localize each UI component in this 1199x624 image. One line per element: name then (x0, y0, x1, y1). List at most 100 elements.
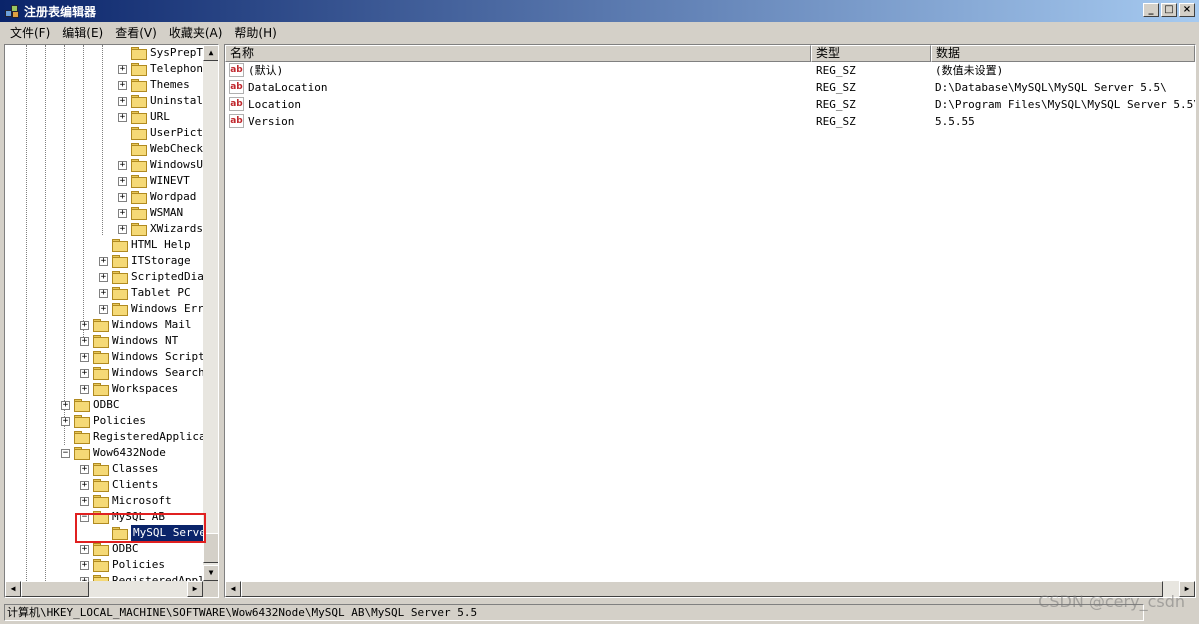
tree-node[interactable]: + Wordpad (118, 189, 196, 205)
expand-icon[interactable]: + (80, 384, 89, 394)
tree-node[interactable]: + Workspaces (80, 381, 178, 397)
values-list-pane[interactable]: 名称 类型 数据 ab (默认) REG_SZ (数值未设置) ab DataLocati… (224, 44, 1196, 598)
tree-node-label[interactable]: Uninstal (150, 93, 203, 109)
scroll-down-button[interactable]: ▼ (203, 565, 218, 581)
tree-node[interactable]: + Windows Search (80, 365, 203, 381)
column-header-name[interactable]: 名称 (225, 45, 811, 62)
expand-icon[interactable]: + (99, 304, 108, 314)
tree-node-label[interactable]: UserPict (150, 125, 203, 141)
expand-icon[interactable]: + (80, 480, 89, 490)
tree-node[interactable]: + ITStorage (99, 253, 191, 269)
tree-node-label[interactable]: SysPrepT (150, 45, 203, 61)
tree-node[interactable]: − Wow6432Node (61, 445, 166, 461)
expand-icon[interactable]: + (99, 272, 108, 282)
tree-node-label[interactable]: XWizards (150, 221, 203, 237)
menu-file[interactable]: 文件(F) (4, 24, 56, 41)
minimize-button[interactable]: _ (1143, 3, 1159, 17)
expand-icon[interactable]: + (80, 352, 89, 362)
tree-node-label[interactable]: ScriptedDia (131, 269, 203, 285)
scroll-thumb[interactable] (21, 581, 89, 597)
tree-node[interactable]: + Uninstal (118, 93, 203, 109)
tree-node-label[interactable]: WINEVT (150, 173, 190, 189)
expand-icon[interactable]: + (118, 112, 127, 122)
tree-node-label[interactable]: ODBC (93, 397, 120, 413)
scroll-up-button[interactable]: ▲ (203, 45, 218, 61)
tree-node-label[interactable]: HTML Help (131, 237, 191, 253)
expand-icon[interactable]: + (118, 208, 127, 218)
tree-node[interactable]: + WSMAN (118, 205, 183, 221)
value-row[interactable]: ab Version REG_SZ 5.5.55 (225, 113, 1195, 130)
column-header-data[interactable]: 数据 (931, 45, 1195, 62)
expand-icon[interactable]: + (118, 160, 127, 170)
expand-icon[interactable]: + (118, 224, 127, 234)
tree-node-label[interactable]: RegisteredAppl (112, 573, 203, 581)
tree-node[interactable]: + WINEVT (118, 173, 190, 189)
tree-node-label[interactable]: Windows Err (131, 301, 203, 317)
tree-node-label[interactable]: Classes (112, 461, 158, 477)
maximize-button[interactable]: □ (1161, 3, 1177, 17)
expand-icon[interactable]: + (80, 464, 89, 474)
tree-node-label[interactable]: Wow6432Node (93, 445, 166, 461)
scroll-left-button[interactable]: ◀ (5, 581, 21, 597)
tree-node-label[interactable]: ODBC (112, 541, 139, 557)
tree-node[interactable]: SysPrepT (118, 45, 203, 61)
expand-icon[interactable]: + (118, 64, 127, 74)
tree-node-label[interactable]: ITStorage (131, 253, 191, 269)
expand-icon[interactable]: + (99, 256, 108, 266)
scroll-left-button[interactable]: ◀ (225, 581, 241, 597)
tree-node-label[interactable]: Policies (112, 557, 165, 573)
tree-node[interactable]: + Windows NT (80, 333, 178, 349)
scroll-thumb[interactable] (241, 581, 1163, 597)
close-button[interactable]: × (1179, 3, 1195, 17)
tree-node[interactable]: + Windows Script (80, 349, 203, 365)
tree-node[interactable]: + XWizards (118, 221, 203, 237)
tree-node-label[interactable]: RegisteredApplicat (93, 429, 203, 445)
tree-node[interactable]: + Windows Mail (80, 317, 191, 333)
tree-node-label[interactable]: Themes (150, 77, 190, 93)
tree-node[interactable]: + ODBC (61, 397, 120, 413)
tree-node[interactable]: + WindowsU (118, 157, 203, 173)
tree-node[interactable]: + Policies (61, 413, 146, 429)
expand-icon[interactable]: + (118, 96, 127, 106)
tree-node[interactable]: + RegisteredAppl (80, 573, 203, 581)
column-header-type[interactable]: 类型 (811, 45, 931, 62)
value-row[interactable]: ab Location REG_SZ D:\Program Files\MySQL\M… (225, 96, 1195, 113)
expand-icon[interactable]: + (80, 320, 89, 330)
value-row[interactable]: ab (默认) REG_SZ (数值未设置) (225, 62, 1195, 79)
tree-node[interactable]: + Themes (118, 77, 190, 93)
tree-node-label[interactable]: Windows Search (112, 365, 203, 381)
tree-node[interactable]: + Telephon (118, 61, 203, 77)
tree-node-label[interactable]: Windows Script (112, 349, 203, 365)
scroll-right-button[interactable]: ▶ (187, 581, 203, 597)
menu-favorites[interactable]: 收藏夹(A) (163, 24, 229, 41)
expand-icon[interactable]: + (118, 192, 127, 202)
tree-node-label[interactable]: WindowsU (150, 157, 203, 173)
tree-node-label[interactable]: Windows Mail (112, 317, 191, 333)
tree-horizontal-scrollbar[interactable]: ◀ ▶ (5, 581, 203, 597)
tree-node[interactable]: + Classes (80, 461, 158, 477)
tree-node-label[interactable]: Workspaces (112, 381, 178, 397)
expand-icon[interactable]: + (80, 496, 89, 506)
collapse-icon[interactable]: − (61, 448, 70, 458)
tree-node-label[interactable]: Microsoft (112, 493, 172, 509)
expand-icon[interactable]: + (118, 80, 127, 90)
tree-node-label[interactable]: Wordpad (150, 189, 196, 205)
expand-icon[interactable]: + (80, 368, 89, 378)
expand-icon[interactable]: + (80, 560, 89, 570)
tree-node[interactable]: + Clients (80, 477, 158, 493)
menu-help[interactable]: 帮助(H) (228, 24, 282, 41)
expand-icon[interactable]: + (61, 416, 70, 426)
tree-node-label[interactable]: WSMAN (150, 205, 183, 221)
tree-node[interactable]: + Tablet PC (99, 285, 191, 301)
tree-node[interactable]: + ODBC (80, 541, 139, 557)
tree-node[interactable]: WebCheck (118, 141, 203, 157)
tree-node-label[interactable]: Policies (93, 413, 146, 429)
value-row[interactable]: ab DataLocation REG_SZ D:\Database\MySQL\My… (225, 79, 1195, 96)
expand-icon[interactable]: + (80, 544, 89, 554)
expand-icon[interactable]: + (99, 288, 108, 298)
menu-edit[interactable]: 编辑(E) (56, 24, 109, 41)
tree-node[interactable]: + URL (118, 109, 170, 125)
expand-icon[interactable]: + (61, 400, 70, 410)
tree-node[interactable]: RegisteredApplicat (61, 429, 203, 445)
tree-node-label[interactable]: Clients (112, 477, 158, 493)
